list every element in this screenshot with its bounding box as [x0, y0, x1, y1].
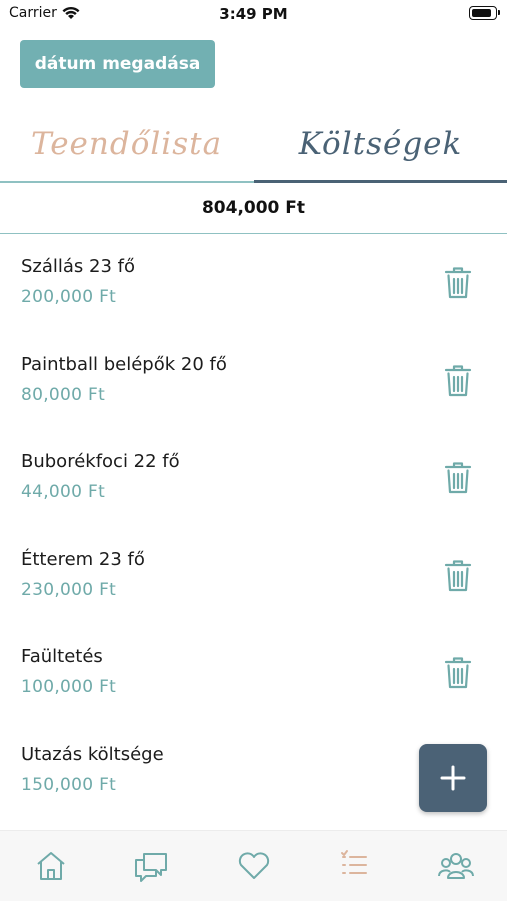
add-expense-button[interactable] — [419, 744, 487, 812]
battery-icon — [469, 6, 500, 20]
expense-name: Faültetés — [21, 646, 103, 668]
expense-name: Utazás költsége — [21, 743, 164, 765]
expense-price: 100,000 Ft — [21, 677, 117, 698]
expense-name: Paintball belépők 20 fő — [21, 353, 227, 375]
tab-expenses-label: Költségek — [298, 126, 463, 162]
list-item[interactable]: Étterem 23 fő 230,000 Ft — [0, 527, 507, 625]
set-date-button[interactable]: dátum megadása — [20, 40, 215, 88]
tab-todo-label: Teendőlista — [30, 126, 223, 162]
trash-icon[interactable] — [443, 364, 473, 398]
segment-tabs: Teendőlista Költségek — [0, 106, 507, 184]
clock: 3:49 PM — [219, 5, 288, 23]
expense-name: Buborékfoci 22 fő — [21, 451, 180, 473]
expense-price: 80,000 Ft — [21, 384, 106, 405]
tab-expenses[interactable]: Költségek — [254, 106, 507, 182]
home-icon[interactable] — [31, 849, 71, 883]
expense-price: 200,000 Ft — [21, 287, 117, 307]
status-bar: Carrier 3:49 PM — [0, 0, 507, 30]
trash-icon[interactable] — [443, 266, 473, 300]
trash-icon[interactable] — [443, 656, 473, 690]
expense-name: Szállás 23 fő — [21, 256, 136, 277]
expense-price: 150,000 Ft — [21, 774, 117, 795]
expense-name: Étterem 23 fő — [21, 548, 145, 570]
total-amount: 804,000 Ft — [201, 198, 306, 218]
list-item[interactable]: Buborékfoci 22 fő 44,000 Ft — [0, 429, 507, 527]
plus-icon — [440, 765, 466, 791]
trash-icon[interactable] — [443, 461, 473, 495]
list-item[interactable]: Szállás 23 fő 200,000 Ft — [0, 234, 507, 332]
chat-icon[interactable] — [131, 849, 171, 883]
list-item[interactable]: Paintball belépők 20 fő 80,000 Ft — [0, 332, 507, 430]
expense-list: Szállás 23 fő 200,000 Ft Paintball belép… — [0, 234, 507, 820]
list-icon[interactable] — [334, 849, 374, 883]
list-item[interactable]: Faültetés 100,000 Ft — [0, 624, 507, 722]
heart-icon[interactable] — [234, 849, 274, 883]
expense-price: 44,000 Ft — [21, 482, 106, 503]
expense-price: 230,000 Ft — [21, 579, 117, 600]
group-icon[interactable] — [436, 849, 476, 883]
bottom-tab-bar — [0, 830, 507, 901]
trash-icon[interactable] — [443, 559, 473, 593]
tab-todo-list[interactable]: Teendőlista — [0, 106, 253, 182]
